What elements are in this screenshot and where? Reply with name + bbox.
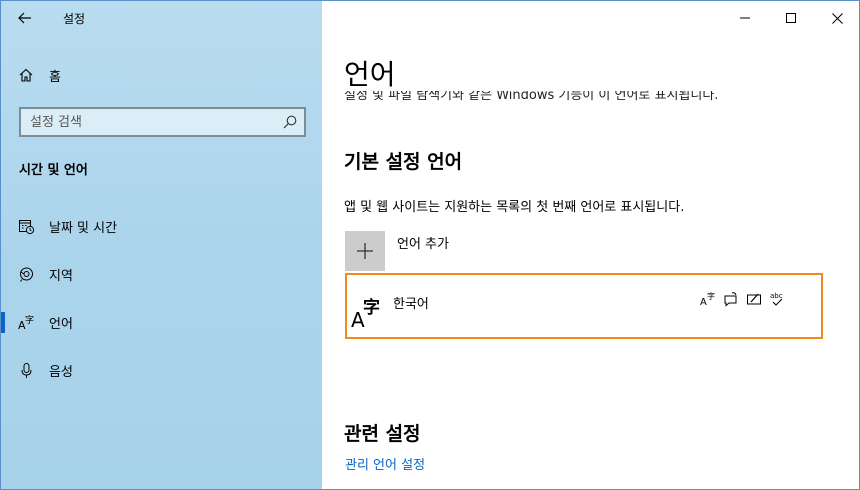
home-icon xyxy=(19,68,33,82)
globe-icon xyxy=(20,267,33,282)
display-language-desc: 설정 및 파일 탐색기와 같은 Windows 기능이 이 언어로 표시됩니다. xyxy=(344,91,719,103)
plus-icon xyxy=(357,243,373,259)
sidebar-item-label: 날짜 및 시간 xyxy=(49,221,118,236)
sidebar: 설정 홈 시간 및 언어 날짜 및 시간 xyxy=(1,1,322,489)
display-language-desc-clipped: 설정 및 파일 탐색기와 같은 Windows 기능이 이 언어로 표시됩니다. xyxy=(344,91,824,107)
sidebar-item-speech[interactable]: 음성 xyxy=(1,350,322,390)
related-settings-heading: 관련 설정 xyxy=(344,423,421,445)
page-title: 언어 xyxy=(344,58,396,91)
close-button[interactable] xyxy=(814,1,859,35)
add-language-button[interactable]: 언어 추가 xyxy=(345,231,545,271)
preferred-languages-heading: 기본 설정 언어 xyxy=(344,151,463,173)
language-list-item[interactable]: A 字 한국어 A 字 abc xyxy=(345,273,823,339)
sidebar-item-home[interactable]: 홈 xyxy=(1,59,322,91)
spellcheck-icon: abc xyxy=(770,292,783,306)
minimize-icon xyxy=(740,17,750,19)
app-title: 설정 xyxy=(63,12,86,26)
maximize-icon xyxy=(786,13,796,23)
svg-text:字: 字 xyxy=(707,291,715,301)
admin-language-settings-link[interactable]: 관리 언어 설정 xyxy=(345,454,425,473)
language-icon: A 字 xyxy=(18,314,34,331)
sidebar-item-label: 음성 xyxy=(49,365,73,380)
search-input[interactable] xyxy=(21,109,271,135)
back-button[interactable] xyxy=(11,5,39,31)
plus-icon-box xyxy=(345,231,385,271)
add-language-label: 언어 추가 xyxy=(397,237,449,252)
display-language-icon: A 字 xyxy=(700,291,715,307)
svg-text:A: A xyxy=(700,297,707,307)
svg-text:字: 字 xyxy=(363,297,380,318)
sidebar-item-label: 홈 xyxy=(49,70,61,85)
sidebar-item-label: 지역 xyxy=(49,269,73,284)
microphone-icon xyxy=(21,363,32,378)
sidebar-item-language[interactable]: A 字 언어 xyxy=(1,302,322,342)
sidebar-item-date-time[interactable]: 날짜 및 시간 xyxy=(1,206,322,246)
language-icon: A 字 xyxy=(351,297,380,331)
maximize-button[interactable] xyxy=(768,1,814,35)
section-label: 시간 및 언어 xyxy=(19,163,88,178)
svg-text:abc: abc xyxy=(770,292,783,300)
settings-window: 설정 홈 시간 및 언어 날짜 및 시간 xyxy=(0,0,860,490)
title-bar-left: 설정 xyxy=(1,1,322,35)
handwriting-icon xyxy=(747,293,761,305)
calendar-clock-icon xyxy=(19,220,35,235)
language-name: 한국어 xyxy=(393,297,429,312)
search-icon[interactable] xyxy=(282,114,298,130)
sidebar-item-label: 언어 xyxy=(49,317,73,332)
main-content: 언어 설정 및 파일 탐색기와 같은 Windows 기능이 이 언어로 표시됩… xyxy=(322,1,859,489)
search-box xyxy=(19,107,306,137)
speech-icon xyxy=(724,292,737,307)
preferred-languages-desc: 앱 및 웹 사이트는 지원하는 목록의 첫 번째 언어로 표시됩니다. xyxy=(344,200,685,215)
minimize-button[interactable] xyxy=(722,1,768,35)
back-arrow-icon xyxy=(18,12,31,24)
close-icon xyxy=(831,12,843,24)
sidebar-item-region[interactable]: 지역 xyxy=(1,254,322,294)
active-indicator xyxy=(1,312,5,333)
svg-text:字: 字 xyxy=(25,314,34,326)
